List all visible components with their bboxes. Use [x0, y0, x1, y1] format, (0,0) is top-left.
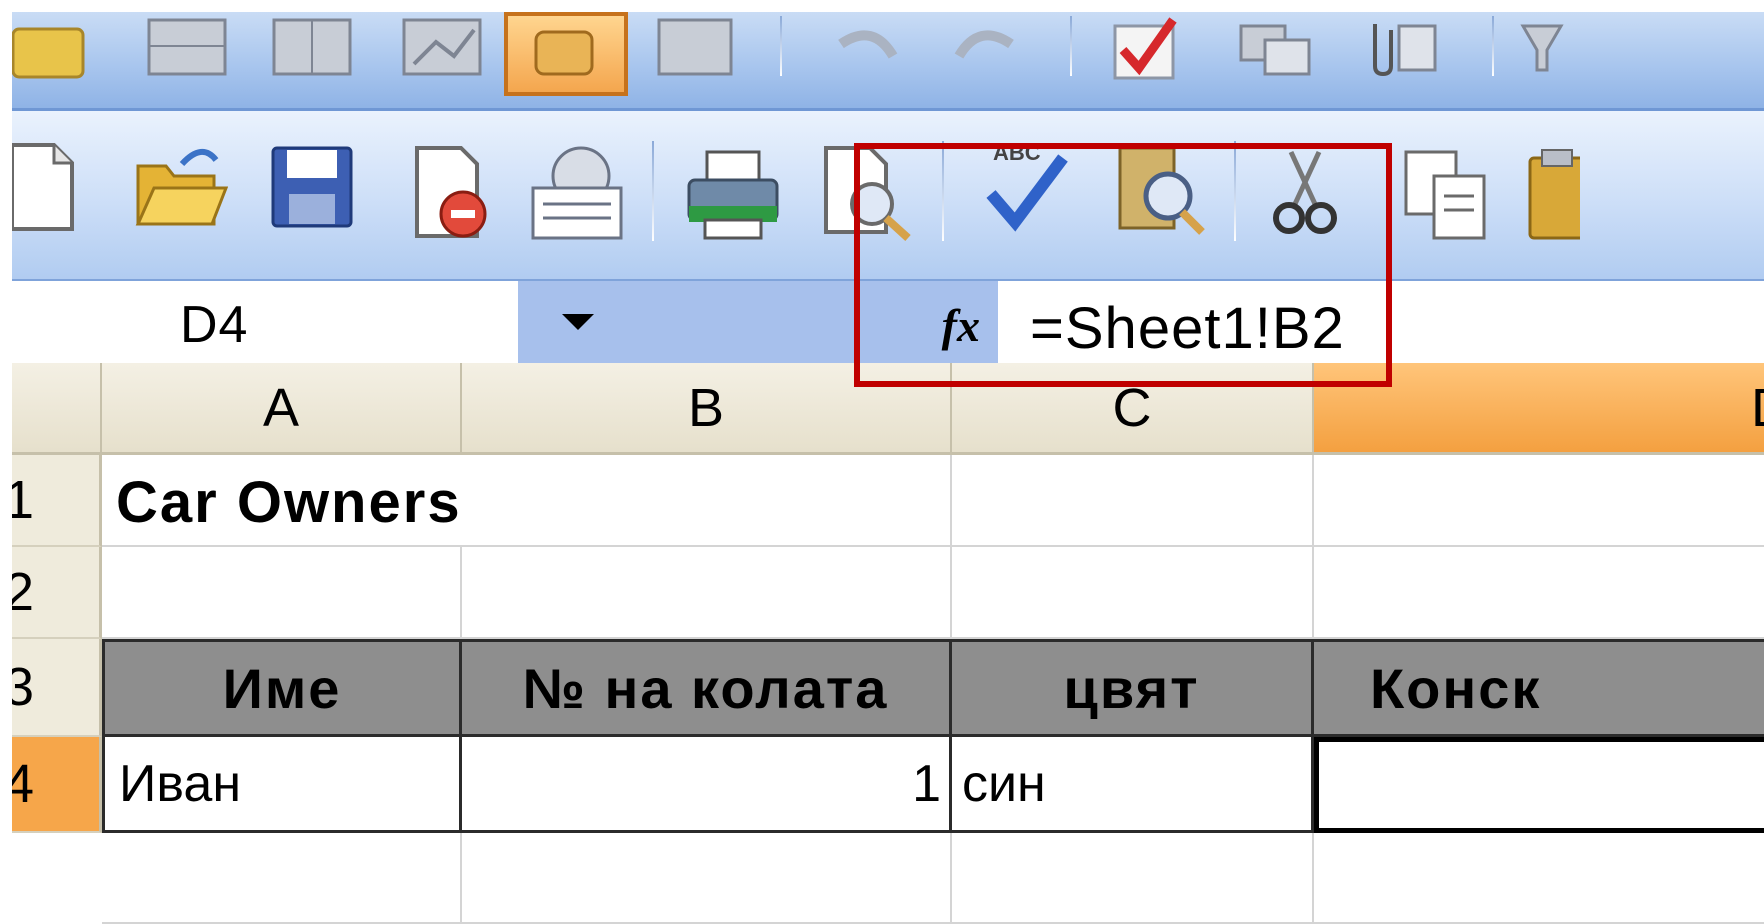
- header-cell-color[interactable]: цвят: [952, 639, 1314, 737]
- sheet-title: Car Owners: [116, 470, 462, 535]
- cell-a4[interactable]: Иван: [102, 737, 462, 833]
- checkbox-icon[interactable]: [1102, 12, 1192, 86]
- track-changes-icon[interactable]: [1228, 12, 1318, 82]
- row-header-2[interactable]: 2: [12, 547, 102, 639]
- formula-highlight-box: [854, 143, 1392, 387]
- name-box[interactable]: D4: [12, 281, 519, 363]
- header-cell-car-number[interactable]: № на колата: [462, 639, 952, 737]
- folder-icon[interactable]: [12, 16, 92, 86]
- cell-a1[interactable]: Car Owners: [102, 455, 462, 547]
- cell-a5[interactable]: [102, 833, 462, 924]
- worksheet-grid: A B C D 1 2 3 4 Car Owners Име № на кола…: [12, 363, 1764, 924]
- row-header-4[interactable]: 4: [12, 737, 102, 833]
- column-header-a[interactable]: A: [102, 363, 462, 455]
- insert-table-icon[interactable]: [267, 12, 357, 82]
- chevron-down-icon: [562, 314, 594, 330]
- chart-icon[interactable]: [397, 12, 487, 82]
- row-header-2-label: 2: [12, 562, 35, 622]
- print-icon[interactable]: [678, 137, 788, 247]
- cell-c2[interactable]: [952, 547, 1314, 639]
- toolbar-separator: [1492, 16, 1494, 76]
- toolbar-separator: [780, 16, 782, 76]
- table-icon[interactable]: [142, 12, 232, 82]
- header-cell-name[interactable]: Име: [102, 639, 462, 737]
- email-icon[interactable]: [522, 137, 632, 247]
- cell-c4[interactable]: син: [952, 737, 1314, 833]
- paste-options-icon[interactable]: [504, 12, 628, 96]
- refresh-icon[interactable]: [650, 12, 740, 82]
- name-box-dropdown[interactable]: [518, 281, 638, 363]
- row-header-1-label: 1: [12, 470, 35, 530]
- filter-icon[interactable]: [1512, 12, 1572, 82]
- copy-icon[interactable]: [1396, 137, 1496, 247]
- row-header-3-label: 3: [12, 657, 35, 717]
- excel-window: ABC D4 fx =Sheet1!B2 A B C 1 2 3 4 Car O…: [12, 12, 1764, 924]
- open-folder-icon[interactable]: [130, 137, 230, 237]
- paste-icon[interactable]: [1520, 137, 1580, 247]
- toolbar-separator: [1070, 16, 1072, 76]
- select-all-corner[interactable]: [12, 363, 102, 455]
- cell-c5[interactable]: [952, 833, 1314, 924]
- row-header-1[interactable]: 1: [12, 455, 102, 547]
- header-cell-horsepower[interactable]: Конск: [1314, 639, 1764, 737]
- cell-b1[interactable]: [462, 455, 952, 547]
- row-header-4-label: 4: [12, 754, 35, 814]
- formatting-toolbar: [12, 12, 1764, 111]
- undo-icon[interactable]: [820, 12, 910, 82]
- active-cell-d4[interactable]: [1314, 737, 1764, 833]
- cell-a2[interactable]: [102, 547, 462, 639]
- cell-d5[interactable]: [1314, 833, 1764, 924]
- save-icon[interactable]: [262, 137, 362, 237]
- cell-d2[interactable]: [1314, 547, 1764, 639]
- row-header-3[interactable]: 3: [12, 639, 102, 737]
- permission-icon[interactable]: [402, 137, 502, 247]
- cell-c1[interactable]: [952, 455, 1314, 547]
- cell-b5[interactable]: [462, 833, 952, 924]
- cell-b4[interactable]: 1: [462, 737, 952, 833]
- name-box-value[interactable]: D4: [180, 295, 248, 355]
- toolbar-separator: [652, 141, 654, 241]
- attach-icon[interactable]: [1352, 12, 1442, 82]
- redo-icon[interactable]: [942, 12, 1032, 82]
- column-header-d-label: D: [1751, 377, 1764, 439]
- cell-d1[interactable]: [1314, 455, 1764, 547]
- new-document-icon[interactable]: [12, 137, 78, 237]
- cell-b2[interactable]: [462, 547, 952, 639]
